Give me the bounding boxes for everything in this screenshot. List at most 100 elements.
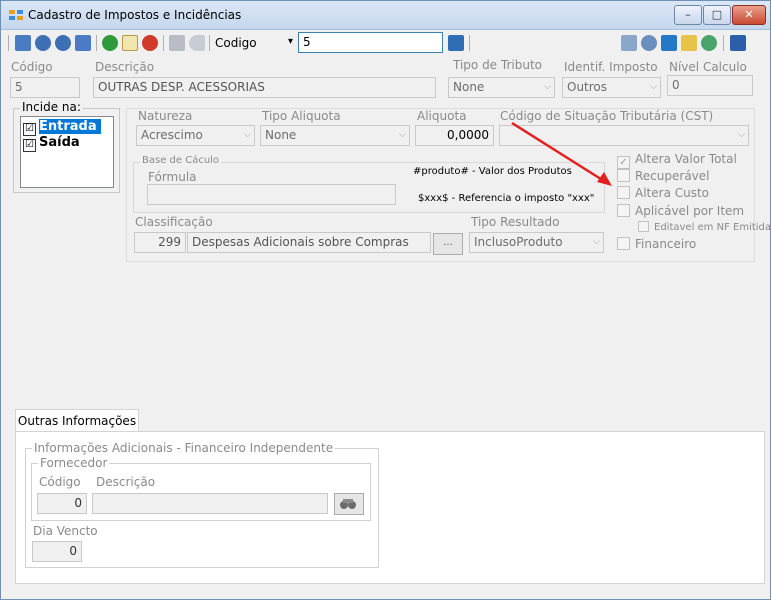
editavel-nf-checkbox[interactable]: Editavel em NF Emitida [638,221,771,233]
altera-custo-checkbox[interactable]: Altera Custo [617,186,709,200]
identif-imposto-value: Outros [567,80,608,94]
dia-vencto-field[interactable]: 0 [32,541,82,562]
fornecedor-codigo-field[interactable]: 0 [37,493,87,514]
altera-valor-total-checkbox[interactable]: ✓ Altera Valor Total [617,152,737,169]
check-icon: ✓ [617,156,630,169]
chevron-down-icon: ⌵ [650,82,657,92]
delete-icon[interactable] [142,35,158,51]
chevron-down-icon: ⌵ [738,130,745,140]
descricao-field[interactable]: OUTRAS DESP. ACESSORIAS [93,77,436,98]
financeiro-label: Financeiro [635,237,697,251]
tipo-resultado-value: InclusoProduto [474,235,563,249]
altera-valor-total-label: Altera Valor Total [635,152,737,166]
formula-field[interactable] [147,184,396,205]
nivel-calculo-label: Nível Calculo [669,60,747,74]
toolbar-separator [96,35,97,51]
find-icon[interactable] [641,35,657,51]
recuperavel-checkbox[interactable]: Recuperável [617,169,710,183]
aplicavel-por-item-checkbox[interactable]: Aplicável por Item [617,204,744,218]
chevron-down-icon: ⌵ [244,130,251,140]
tipo-aliquota-value: None [265,128,297,142]
classificacao-label: Classificação [135,215,213,229]
codigo-field[interactable]: 5 [10,77,80,98]
next-record-icon[interactable] [55,35,71,51]
binoculars-icon [340,499,356,509]
checkbox-box [617,237,630,250]
tipo-tributo-value: None [453,80,485,94]
aliquota-label: Aliquota [417,109,467,123]
toolbar-separator [209,35,210,51]
checkbox-box [617,186,630,199]
codigo-label: Código [11,60,53,74]
aplicavel-por-item-label: Aplicável por Item [635,204,745,218]
fornecedor-title: Fornecedor [38,456,110,470]
tipo-resultado-select[interactable]: InclusoProduto ⌵ [469,232,604,253]
window-title: Cadastro de Impostos e Incidências [28,8,242,22]
natureza-select[interactable]: Acrescimo ⌵ [136,125,255,146]
chevron-down-icon[interactable]: ▾ [288,36,293,47]
menu-icon[interactable] [730,35,746,51]
fornecedor-descricao-field[interactable] [92,493,328,514]
print-icon[interactable] [621,35,637,51]
incide-item-saida[interactable]: ☑ Saída [23,135,80,152]
identif-imposto-select[interactable]: Outros ⌵ [562,77,661,98]
title-bar: Cadastro de Impostos e Incidências – □ ✕ [1,1,770,30]
tipo-aliquota-select[interactable]: None ⌵ [260,125,410,146]
tab-outras-informacoes[interactable]: Outras Informações [15,409,139,433]
hint-xxx: $xxx$ - Referencia o imposto "xxx" [418,193,595,204]
tipo-tributo-select[interactable]: None ⌵ [448,77,555,98]
incide-item-entrada[interactable]: ☑ Entrada [23,119,101,136]
fornecedor-codigo-label: Código [39,475,81,489]
minimize-button[interactable]: – [674,5,702,25]
export-icon[interactable] [701,35,717,51]
chevron-down-icon: ⌵ [544,82,551,92]
incide-label: Incide na: [20,100,83,114]
grid-search-icon[interactable] [448,35,464,51]
classificacao-desc[interactable]: Despesas Adicionais sobre Compras [187,232,431,253]
nivel-calculo-field[interactable]: 0 [667,75,753,96]
last-record-icon[interactable] [75,35,91,51]
aliquota-field[interactable]: 0,0000 [415,125,494,146]
chevron-down-icon: ⌵ [593,237,600,247]
undo-icon[interactable] [189,35,205,51]
financeiro-checkbox[interactable]: Financeiro [617,237,696,251]
altera-custo-label: Altera Custo [635,186,710,200]
info-adicionais-title: Informações Adicionais - Financeiro Inde… [32,441,336,455]
base-calculo-title: Base de Cáculo [140,155,222,166]
recuperavel-label: Recuperável [635,169,710,183]
main-window: Cadastro de Impostos e Incidências – □ ✕… [0,0,771,600]
search-input[interactable]: 5 [298,32,443,53]
previous-record-icon[interactable] [35,35,51,51]
save-icon[interactable] [169,35,185,51]
formula-label: Fórmula [148,170,197,184]
edit-icon[interactable] [122,35,138,51]
add-icon[interactable] [102,35,118,51]
tipo-tributo-label: Tipo de Tributo [453,58,542,72]
tipo-aliquota-label: Tipo Aliquota [262,109,341,123]
natureza-value: Acrescimo [141,128,203,142]
refresh-icon[interactable] [661,35,677,51]
editavel-nf-label: Editavel em NF Emitida [654,222,771,233]
toolbar-grip [8,35,9,51]
natureza-label: Natureza [138,109,193,123]
toolbar-separator [723,35,724,51]
classificacao-lookup-button[interactable]: ... [433,233,463,255]
fornecedor-descricao-label: Descrição [96,475,156,489]
check-icon[interactable]: ☑ [23,139,36,152]
incide-list: ☑ Entrada ☑ Saída [20,116,114,188]
incide-item-label: Entrada [39,119,101,134]
fornecedor-search-button[interactable] [334,493,364,515]
chevron-down-icon: ⌵ [399,130,406,140]
toolbar: Codigo ▾ 5 [1,30,770,56]
app-icon [9,10,23,20]
search-field-label[interactable]: Codigo [215,36,257,50]
maximize-button[interactable]: □ [703,5,731,25]
dia-vencto-label: Dia Vencto [33,524,98,538]
checkbox-box [617,169,630,182]
classificacao-code[interactable]: 299 [134,232,186,253]
annotation-arrow-icon [511,121,612,186]
close-button[interactable]: ✕ [732,5,766,25]
filter-icon[interactable] [681,35,697,51]
incide-item-label: Saída [39,135,80,150]
first-record-icon[interactable] [15,35,31,51]
